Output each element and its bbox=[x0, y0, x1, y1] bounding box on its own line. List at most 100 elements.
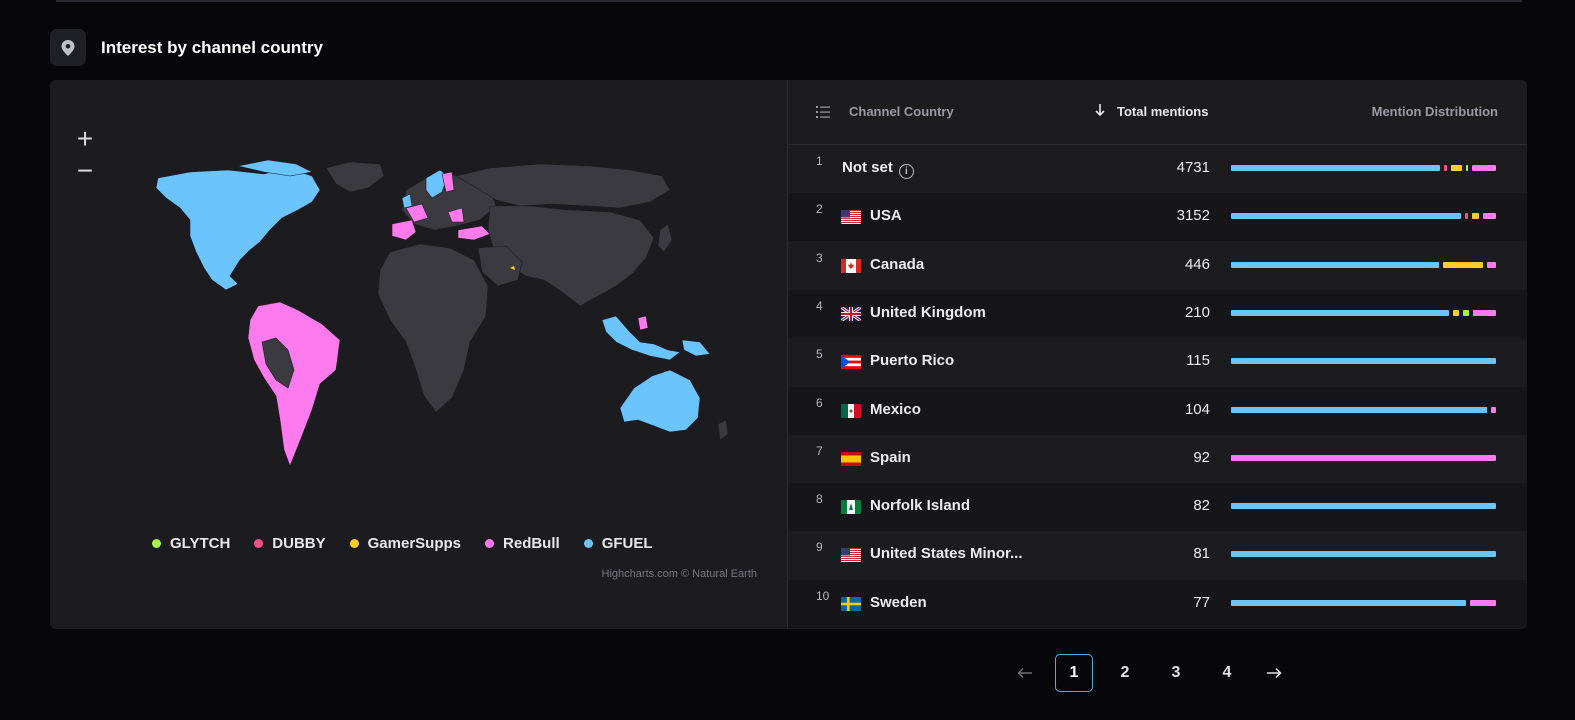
map-region-uk[interactable] bbox=[401, 193, 413, 209]
mention-distribution-bar[interactable] bbox=[1231, 261, 1496, 268]
map-region-greenland[interactable] bbox=[325, 161, 385, 193]
page-button-2[interactable]: 2 bbox=[1106, 654, 1144, 692]
row-total-mentions: 104 bbox=[1184, 400, 1210, 418]
table-row[interactable]: 10 Sweden 77 bbox=[788, 579, 1527, 628]
table-row[interactable]: 4 United Kingdom 210 bbox=[788, 289, 1527, 338]
distribution-segment bbox=[1465, 165, 1468, 171]
distribution-segment bbox=[1231, 213, 1462, 220]
legend-item-redbull[interactable]: RedBull bbox=[485, 535, 560, 552]
row-total-mentions: 81 bbox=[1193, 545, 1210, 563]
row-country-name: Not set i bbox=[842, 159, 914, 179]
table-row[interactable]: 5 Puerto Rico 115 bbox=[788, 338, 1527, 386]
row-total-mentions: 210 bbox=[1184, 303, 1210, 321]
legend-label: GFUEL bbox=[601, 535, 653, 552]
map-region-japan[interactable] bbox=[657, 223, 673, 253]
table-row[interactable]: 9 United States Minor... 81 bbox=[788, 531, 1527, 579]
table-row[interactable]: 6 Mexico 104 bbox=[788, 386, 1527, 435]
row-country-label: United Kingdom bbox=[870, 303, 986, 321]
legend-dot bbox=[152, 539, 161, 548]
map-region-south-america[interactable] bbox=[247, 301, 341, 467]
page-button-4[interactable]: 4 bbox=[1208, 654, 1246, 692]
legend-item-gfuel[interactable]: GFUEL bbox=[583, 535, 653, 552]
country-flag-icon bbox=[841, 355, 861, 370]
row-country-name: Sweden bbox=[870, 594, 927, 611]
country-interest-card: + − GLYTCH DUBBY GamerSupps RedBull GFUE… bbox=[50, 80, 1527, 629]
mention-distribution-bar[interactable] bbox=[1231, 406, 1496, 413]
distribution-segment bbox=[1483, 213, 1496, 220]
mention-distribution-bar[interactable] bbox=[1231, 551, 1496, 558]
distribution-segment bbox=[1465, 213, 1468, 220]
row-total-mentions: 92 bbox=[1193, 448, 1210, 466]
mention-distribution-bar[interactable] bbox=[1231, 454, 1496, 461]
legend-item-glytch[interactable]: GLYTCH bbox=[152, 535, 230, 552]
row-rank: 5 bbox=[816, 347, 823, 362]
mention-distribution-bar[interactable] bbox=[1231, 309, 1496, 316]
row-country-label: United States Minor... bbox=[870, 545, 1023, 563]
distribution-segment bbox=[1231, 503, 1496, 510]
country-flag-icon bbox=[841, 403, 861, 418]
distribution-segment bbox=[1231, 454, 1496, 461]
map-legend: GLYTCH DUBBY GamerSupps RedBull GFUEL bbox=[152, 535, 653, 552]
row-rank: 4 bbox=[816, 298, 823, 313]
table-row[interactable]: 2 USA 3152 bbox=[788, 193, 1527, 242]
map-credits[interactable]: Highcharts.com © Natural Earth bbox=[602, 568, 757, 580]
distribution-segment bbox=[1231, 261, 1440, 268]
map-region-spain[interactable] bbox=[391, 219, 417, 241]
distribution-segment bbox=[1487, 261, 1496, 268]
mention-distribution-bar[interactable] bbox=[1231, 599, 1496, 606]
map-region-australia[interactable] bbox=[619, 369, 701, 433]
map-region-philippines[interactable] bbox=[637, 315, 649, 331]
distribution-segment bbox=[1471, 165, 1496, 171]
row-rank: 3 bbox=[816, 250, 823, 265]
row-rank: 9 bbox=[816, 540, 823, 555]
mention-distribution-bar[interactable] bbox=[1231, 165, 1496, 171]
row-country-name: Puerto Rico bbox=[870, 352, 954, 369]
columns-list-icon[interactable] bbox=[815, 104, 831, 123]
row-country-name: USA bbox=[870, 207, 902, 224]
table-row[interactable]: 1 Not set i 4731 bbox=[788, 145, 1527, 193]
sort-desc-arrow-icon[interactable] bbox=[1094, 103, 1106, 120]
distribution-segment bbox=[1231, 165, 1441, 171]
page-button-3[interactable]: 3 bbox=[1157, 654, 1195, 692]
distribution-segment bbox=[1450, 165, 1462, 171]
table-row[interactable]: 3 Canada 446 bbox=[788, 242, 1527, 290]
row-total-mentions: 82 bbox=[1193, 497, 1210, 515]
world-map[interactable] bbox=[50, 80, 788, 500]
mention-distribution-bar[interactable] bbox=[1231, 358, 1496, 365]
legend-item-gamersupps[interactable]: GamerSupps bbox=[349, 535, 461, 552]
distribution-segment bbox=[1490, 406, 1496, 413]
mention-distribution-bar[interactable] bbox=[1231, 213, 1496, 220]
column-header-total[interactable]: Total mentions bbox=[1117, 104, 1208, 119]
legend-item-dubby[interactable]: DUBBY bbox=[254, 535, 326, 552]
distribution-segment bbox=[1231, 309, 1449, 316]
table-row[interactable]: 8 Norfolk Island 82 bbox=[788, 483, 1527, 532]
row-country-name: Canada bbox=[870, 256, 924, 273]
map-region-north-america[interactable] bbox=[155, 167, 321, 291]
location-pin-icon bbox=[50, 29, 86, 66]
map-region-new-zealand[interactable] bbox=[717, 419, 729, 441]
row-country-name: Spain bbox=[870, 449, 911, 466]
row-rank: 10 bbox=[816, 588, 830, 603]
row-country-label: Spain bbox=[870, 448, 911, 466]
info-icon[interactable]: i bbox=[898, 164, 914, 179]
row-rank: 2 bbox=[816, 202, 823, 217]
row-rank: 8 bbox=[816, 492, 823, 507]
map-region-africa[interactable] bbox=[377, 243, 489, 413]
row-total-mentions: 4731 bbox=[1176, 159, 1210, 176]
distribution-segment bbox=[1469, 599, 1496, 606]
map-region-turkey[interactable] bbox=[457, 225, 491, 241]
row-country-name: Norfolk Island bbox=[870, 497, 970, 514]
distribution-segment bbox=[1231, 358, 1496, 365]
legend-dot bbox=[583, 539, 593, 548]
column-header-country[interactable]: Channel Country bbox=[849, 104, 954, 119]
table-row[interactable]: 7 Spain 92 bbox=[788, 435, 1527, 483]
mention-distribution-bar[interactable] bbox=[1231, 503, 1496, 510]
legend-dot bbox=[254, 539, 264, 548]
country-flag-icon bbox=[841, 548, 861, 563]
column-header-distribution: Mention Distribution bbox=[1371, 104, 1498, 119]
next-page-arrow-icon[interactable] bbox=[1259, 654, 1289, 692]
page-button-1[interactable]: 1 bbox=[1055, 654, 1093, 692]
map-region-new-guinea[interactable] bbox=[681, 339, 711, 357]
prev-page-arrow-icon[interactable] bbox=[1010, 654, 1040, 692]
section-title: Interest by channel country bbox=[101, 37, 323, 57]
